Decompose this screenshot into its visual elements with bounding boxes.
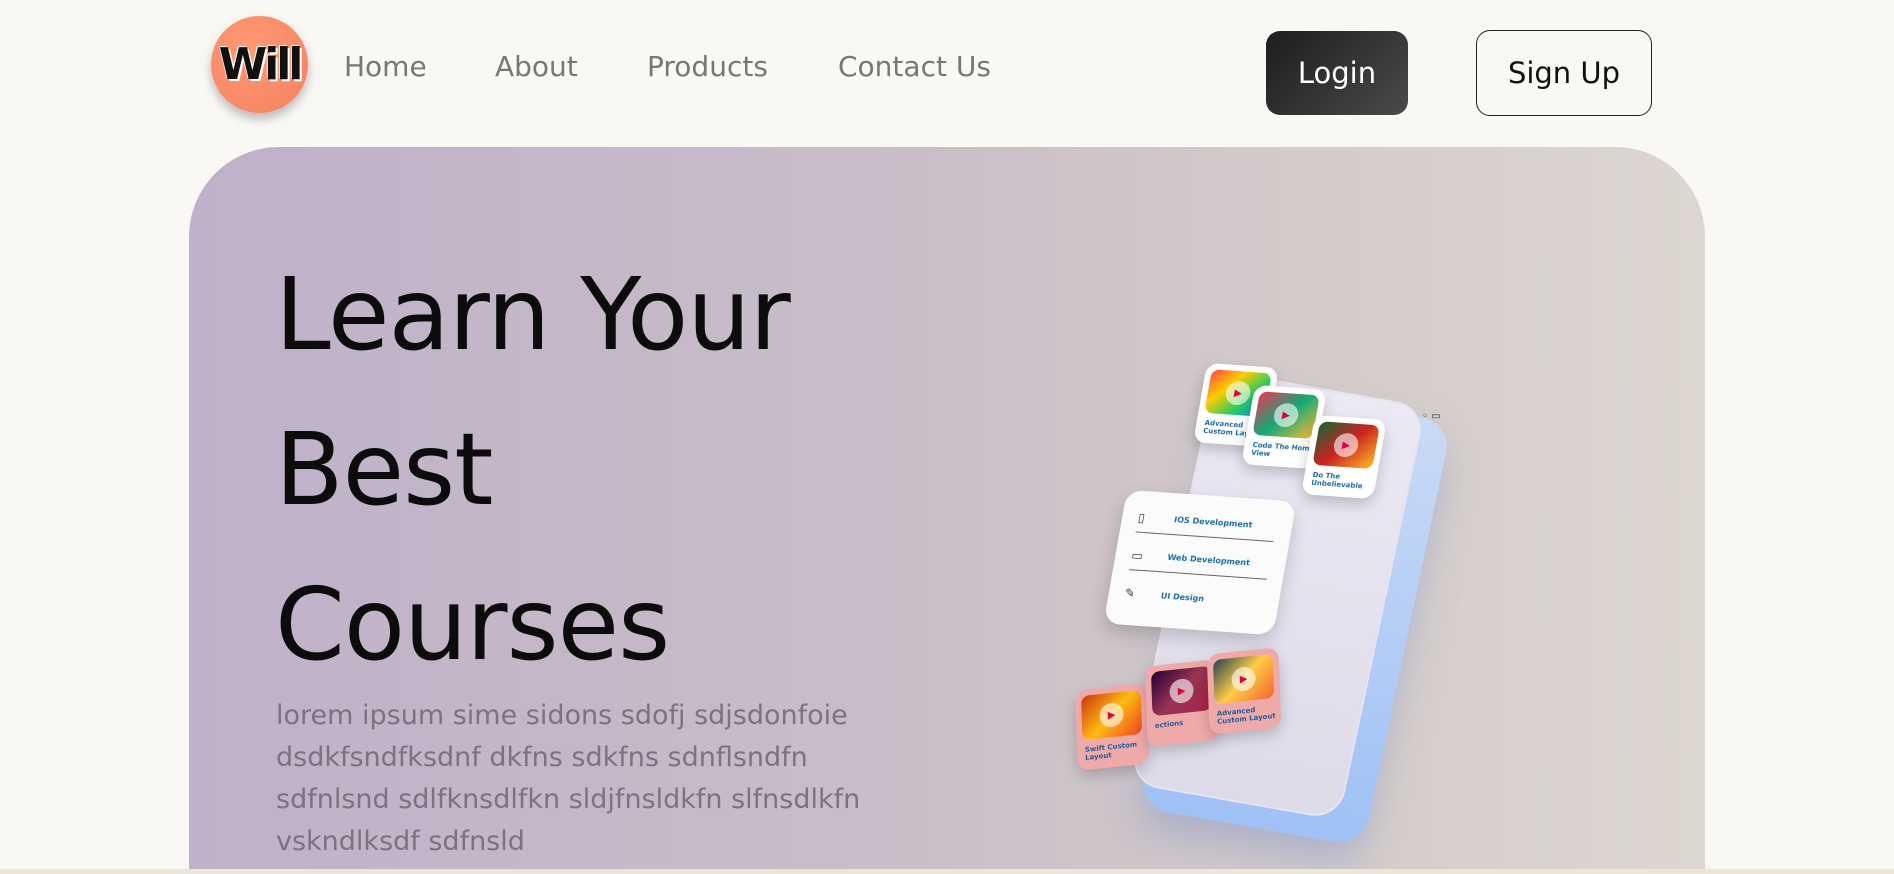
navbar: Will Home About Products Contact Us Logi…	[0, 0, 1894, 146]
menu-item-ui: ✎ UI Design	[1123, 585, 1205, 603]
pink-card-3: ▶ Advanced Custom Layout	[1206, 647, 1282, 735]
courses-menu-card: ▯ IOS Development ▭ Web Development ✎ UI…	[1103, 489, 1297, 636]
hero-title-line-1: Learn Your	[275, 256, 791, 373]
nav-link-home[interactable]: Home	[344, 50, 427, 83]
menu-item-ios: ▯ IOS Development	[1135, 502, 1279, 543]
monitor-icon: ▭	[1130, 547, 1145, 563]
hero-title-line-2: Best	[275, 411, 493, 528]
pink-card-1: ▶ Swift Custom Layout	[1074, 683, 1150, 771]
signup-button[interactable]: Sign Up	[1476, 30, 1652, 116]
pink-card-title: ections	[1154, 718, 1184, 730]
nav-link-about[interactable]: About	[495, 50, 578, 83]
logo[interactable]: Will	[211, 16, 308, 113]
nav-link-products[interactable]: Products	[647, 50, 768, 83]
video-card-3: ▶ Do The Unbelievable	[1301, 414, 1387, 500]
phone-illustration: ◦ ▭ ▶ Advanced Custom Layout ▶ Code The …	[1074, 345, 1500, 847]
hero-title: Learn Your Best Courses	[275, 237, 975, 702]
phone-icon: ▯	[1137, 510, 1147, 525]
status-icons: ◦ ▭	[1422, 411, 1441, 422]
hero-title-line-3: Courses	[275, 566, 670, 683]
nav-link-contact[interactable]: Contact Us	[838, 50, 991, 83]
login-button[interactable]: Login	[1266, 31, 1408, 115]
pen-icon: ✎	[1123, 585, 1137, 601]
hero-description: lorem ipsum sime sidons sdofj sdjsdonfoi…	[276, 700, 861, 857]
video-card-title: Code The Home View	[1250, 440, 1315, 459]
bottom-border	[0, 869, 1894, 874]
logo-text: Will	[218, 39, 304, 90]
menu-item-web: ▭ Web Development	[1128, 540, 1272, 580]
pink-card-title: Advanced Custom Layout	[1216, 705, 1276, 726]
video-card-title: Do The Unbelievable	[1310, 470, 1364, 491]
pink-card-title: Swift Custom Layout	[1084, 740, 1138, 762]
